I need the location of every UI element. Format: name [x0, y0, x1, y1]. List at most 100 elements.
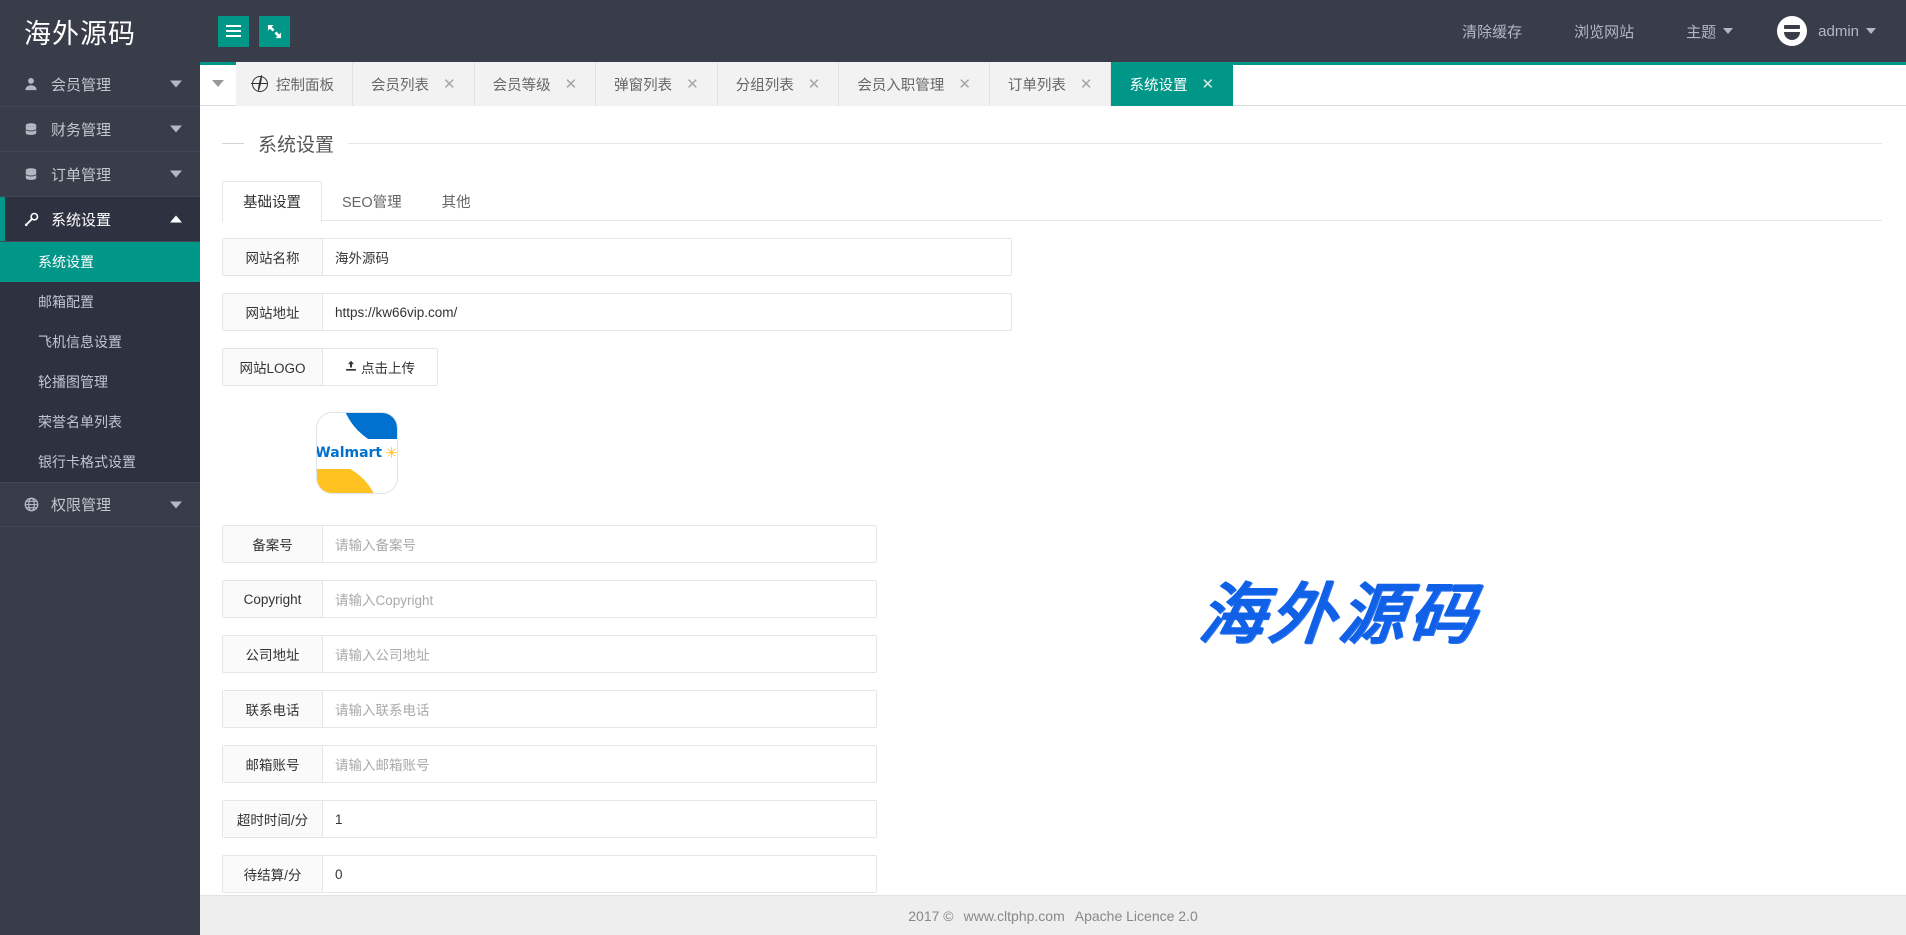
- sidebar-item-carousel[interactable]: 轮播图管理: [0, 362, 200, 402]
- tab-label: 控制面板: [276, 74, 334, 95]
- menu-toggle-button[interactable]: [218, 16, 249, 47]
- tab-dashboard[interactable]: 控制面板: [236, 62, 353, 106]
- fullscreen-icon: [267, 24, 282, 39]
- sidebar-item-label: 轮播图管理: [38, 372, 108, 392]
- browse-site-link[interactable]: 浏览网站: [1548, 0, 1660, 62]
- tab-label: 弹窗列表: [614, 74, 672, 95]
- site-logo-preview[interactable]: Walmart ✳: [310, 398, 403, 508]
- tab-member-level[interactable]: 会员等级 ✕: [475, 62, 597, 106]
- database-icon: [20, 122, 42, 137]
- globe-icon: [252, 76, 268, 92]
- upload-icon: [345, 360, 357, 375]
- sidebar-item-bankcard-format[interactable]: 银行卡格式设置: [0, 442, 200, 482]
- sidebar-item-system-settings[interactable]: 系统设置: [0, 242, 200, 282]
- field-label: 备案号: [223, 526, 323, 562]
- sidebar-item-label: 系统设置: [38, 252, 94, 272]
- sidebar-group-label: 系统设置: [51, 209, 111, 230]
- field-contact-phone: 联系电话 请输入联系电话: [222, 690, 877, 728]
- field-pending-settlement-minutes: 待结算/分 0: [222, 855, 877, 893]
- hamburger-icon: [226, 25, 241, 37]
- tab-order-list[interactable]: 订单列表 ✕: [990, 62, 1112, 106]
- tab-group-list[interactable]: 分组列表 ✕: [718, 62, 840, 106]
- close-icon[interactable]: ✕: [686, 77, 699, 92]
- sidebar-item-flight-info[interactable]: 飞机信息设置: [0, 322, 200, 362]
- tab-system-settings[interactable]: 系统设置 ✕: [1111, 62, 1233, 106]
- sidebar-item-honor-list[interactable]: 荣誉名单列表: [0, 402, 200, 442]
- copyright-input[interactable]: 请输入Copyright: [323, 581, 876, 617]
- email-account-input[interactable]: 请输入邮箱账号: [323, 746, 876, 782]
- chevron-down-icon: [170, 81, 182, 88]
- page-title-row: 系统设置: [200, 106, 1906, 157]
- walmart-wordmark: Walmart ✳: [317, 445, 397, 461]
- close-icon[interactable]: ✕: [565, 77, 578, 92]
- title-rule: [348, 143, 1882, 144]
- field-label: 公司地址: [223, 636, 323, 672]
- close-icon[interactable]: ✕: [958, 77, 971, 92]
- user-menu[interactable]: admin: [1759, 16, 1880, 46]
- contact-phone-input[interactable]: 请输入联系电话: [323, 691, 876, 727]
- fullscreen-button[interactable]: [259, 16, 290, 47]
- upload-logo-label: 点击上传: [361, 357, 415, 377]
- tab-label: SEO管理: [342, 191, 402, 212]
- clear-cache-link[interactable]: 清除缓存: [1436, 0, 1548, 62]
- sidebar: 会员管理 财务管理 订单管理 系统设置 系统设置 邮箱配置 飞机信息设置 轮播图…: [0, 62, 200, 935]
- close-icon[interactable]: ✕: [443, 77, 456, 92]
- clear-cache-label: 清除缓存: [1462, 21, 1522, 42]
- user-icon: [20, 77, 42, 91]
- footer-site: www.cltphp.com: [964, 908, 1065, 924]
- sidebar-item-mail-config[interactable]: 邮箱配置: [0, 282, 200, 322]
- theme-label: 主题: [1686, 21, 1716, 42]
- chevron-down-icon: [1866, 28, 1876, 34]
- app-logo: 海外源码: [0, 0, 200, 62]
- sidebar-group-orders[interactable]: 订单管理: [0, 152, 200, 197]
- icp-number-input[interactable]: 请输入备案号: [323, 526, 876, 562]
- field-label: 超时时间/分: [223, 801, 323, 837]
- close-icon[interactable]: ✕: [1080, 77, 1093, 92]
- footer: 2017 © www.cltphp.com Apache Licence 2.0: [200, 895, 1906, 935]
- tab-popup-list[interactable]: 弹窗列表 ✕: [596, 62, 718, 106]
- site-url-input[interactable]: https://kw66vip.com/: [323, 294, 1011, 330]
- sidebar-group-label: 权限管理: [51, 494, 111, 515]
- field-company-address: 公司地址 请输入公司地址: [222, 635, 877, 673]
- chevron-up-icon: [170, 216, 182, 223]
- header-right-menu: 清除缓存 浏览网站 主题 admin: [1436, 0, 1906, 62]
- tab-label: 其他: [442, 191, 471, 212]
- chevron-down-icon: [1723, 28, 1733, 34]
- tab-seo-management[interactable]: SEO管理: [322, 181, 422, 222]
- sidebar-group-permissions[interactable]: 权限管理: [0, 482, 200, 527]
- upload-logo-button[interactable]: 点击上传: [323, 349, 437, 385]
- walmart-logo-image: Walmart ✳: [316, 412, 398, 494]
- tab-label: 订单列表: [1008, 74, 1066, 95]
- chevron-down-icon: [170, 501, 182, 508]
- close-icon[interactable]: ✕: [1201, 77, 1214, 92]
- theme-menu[interactable]: 主题: [1660, 0, 1759, 62]
- tab-basic-settings[interactable]: 基础设置: [222, 181, 322, 222]
- globe-icon: [20, 497, 42, 512]
- site-name-input[interactable]: 海外源码: [323, 239, 1011, 275]
- tab-member-list[interactable]: 会员列表 ✕: [353, 62, 475, 106]
- main-content: 系统设置 基础设置 SEO管理 其他 网站名称 海外源码 网站地址 https:…: [200, 106, 1906, 895]
- database-icon: [20, 167, 42, 182]
- header-left-buttons: [218, 16, 300, 47]
- tab-scroll-left-button[interactable]: [200, 62, 236, 105]
- tab-member-onboarding[interactable]: 会员入职管理 ✕: [839, 62, 990, 106]
- footer-licence: Apache Licence 2.0: [1075, 908, 1198, 924]
- page-title: 系统设置: [244, 130, 348, 157]
- spark-icon: ✳: [385, 446, 397, 461]
- tab-label: 会员列表: [371, 74, 429, 95]
- close-icon[interactable]: ✕: [808, 77, 821, 92]
- field-label: 待结算/分: [223, 856, 323, 892]
- pending-settlement-input[interactable]: 0: [323, 856, 876, 892]
- field-timeout-minutes: 超时时间/分 1: [222, 800, 877, 838]
- sidebar-group-system-settings[interactable]: 系统设置: [0, 197, 200, 242]
- tab-label: 会员等级: [493, 74, 551, 95]
- timeout-minutes-input[interactable]: 1: [323, 801, 876, 837]
- sidebar-group-members[interactable]: 会员管理: [0, 62, 200, 107]
- title-dash: [222, 143, 244, 144]
- tab-label: 会员入职管理: [857, 74, 944, 95]
- sidebar-group-finance[interactable]: 财务管理: [0, 107, 200, 152]
- tab-other[interactable]: 其他: [422, 181, 491, 222]
- company-address-input[interactable]: 请输入公司地址: [323, 636, 876, 672]
- tab-label: 系统设置: [1129, 74, 1187, 95]
- field-label: 邮箱账号: [223, 746, 323, 782]
